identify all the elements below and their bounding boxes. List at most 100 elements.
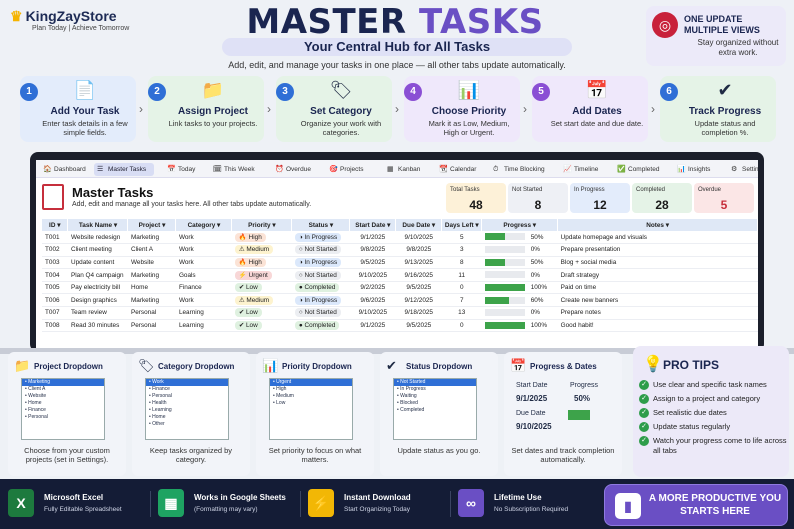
tab-label: Dashboard	[54, 166, 86, 173]
dropdown-option[interactable]: • Personal	[146, 393, 228, 400]
dropdown-option[interactable]: • Personal	[22, 414, 104, 421]
col-notes[interactable]: Notes ▾	[557, 219, 758, 231]
dropdown-list[interactable]: • Urgent • High • Medium • Low	[269, 378, 353, 440]
step-icon: 📊	[457, 80, 481, 100]
footer-title: Lifetime Use	[494, 493, 542, 502]
tab-insights[interactable]: 📊 Insights	[674, 163, 718, 176]
cell-due: 9/18/2025	[395, 306, 442, 320]
cta-button[interactable]: ▮ A MORE PRODUCTIVE YOU STARTS HERE	[604, 484, 788, 526]
panel-desc: Set dates and track completion automatic…	[511, 446, 615, 464]
col-task-name[interactable]: Task Name ▾	[67, 219, 129, 231]
panel-4: ✔ Status Dropdown • Not Started • In Progre…	[380, 352, 498, 476]
stat-label: Completed	[636, 187, 666, 193]
dropdown-option[interactable]: • High	[270, 386, 352, 393]
cell-due: 9/5/2025	[395, 319, 442, 333]
progress-label: 50%	[530, 259, 544, 267]
dropdown-option[interactable]: • Client A	[22, 386, 104, 393]
dropdown-option[interactable]: • Marketing	[22, 379, 104, 386]
dropdown-list[interactable]: • Work • Finance • Personal • Health • Learn…	[145, 378, 229, 440]
dropdown-list[interactable]: • Not Started • In Progress • Waiting • Blo…	[393, 378, 477, 440]
dropdown-option[interactable]: • Urgent	[270, 379, 352, 386]
tab-master-tasks[interactable]: ☰ Master Tasks	[94, 163, 154, 176]
col-priority[interactable]: Priority ▾	[231, 219, 293, 231]
cell-id: T003	[42, 256, 68, 270]
dropdown-option[interactable]: • Work	[146, 379, 228, 386]
tab-dashboard[interactable]: 🏠 Dashboard	[40, 163, 86, 176]
dropdown-option[interactable]: • Completed	[394, 407, 476, 414]
table-row[interactable]: T005 Pay electricity bill Home Finance ✔ Low…	[42, 281, 758, 295]
tab-completed[interactable]: ✅ Completed	[614, 163, 664, 176]
table-row[interactable]: T007 Team review Personal Learning ✔ Low ○ No…	[42, 306, 758, 320]
col-category[interactable]: Category ▾	[175, 219, 233, 231]
col-days-left[interactable]: Days Left ▾	[441, 219, 483, 231]
table-row[interactable]: T004 Plan Q4 campaign Marketing Goals ⚡ Urge…	[42, 268, 758, 282]
cell-due: 9/16/2025	[395, 268, 442, 282]
step-4: 4 📊 Choose Priority Mark it as Low, Medium,…	[404, 76, 520, 142]
sheet-tabs: 🏠 Dashboard ☰ Master Tasks 📅 Today 🗓 This Week ⏰…	[36, 160, 758, 178]
cell-id: T004	[42, 268, 68, 282]
cell-start: 9/1/2025	[349, 319, 396, 333]
brand-name-text: KingZayStore	[25, 8, 117, 24]
status-badge: ◑ In Progress	[294, 232, 342, 242]
tip-item: Update status regularly	[639, 422, 789, 436]
tab-icon: 📈	[563, 166, 572, 173]
col-status[interactable]: Status ▾	[291, 219, 351, 231]
tab-timeline[interactable]: 📈 Timeline	[560, 163, 604, 176]
dropdown-list[interactable]: • Marketing • Client A • Website • Home • Fi…	[21, 378, 105, 440]
dropdown-option[interactable]: • Website	[22, 393, 104, 400]
cell-priority: 🔥 High	[231, 256, 292, 270]
table-row[interactable]: T006 Design graphics Marketing Work ⚠ Medium…	[42, 293, 758, 308]
dropdown-option[interactable]: • Finance	[146, 386, 228, 393]
cell-start: 9/6/2025	[349, 293, 396, 308]
col-project[interactable]: Project ▾	[127, 219, 177, 231]
excel-icon: X	[8, 489, 34, 517]
tab-overdue[interactable]: ⏰ Overdue	[272, 163, 316, 176]
col-due-date[interactable]: Due Date ▾	[395, 219, 443, 231]
tab-projects[interactable]: 🎯 Projects	[326, 163, 374, 176]
dropdown-option[interactable]: • Blocked	[394, 400, 476, 407]
dropdown-option[interactable]: • Health	[146, 400, 228, 407]
tab-time-blocking[interactable]: ⏱ Time Blocking	[490, 163, 550, 176]
col-id[interactable]: ID ▾	[42, 219, 69, 231]
dropdown-option[interactable]: • Home	[146, 414, 228, 421]
tab-today[interactable]: 📅 Today	[164, 163, 200, 176]
arrow-icon: ›	[523, 102, 527, 116]
table-row[interactable]: T001 Website redesign Marketing Work 🔥 High ◑…	[42, 231, 758, 245]
table-row[interactable]: T003 Update content Website Work 🔥 High ◑ In …	[42, 256, 758, 270]
dropdown-option[interactable]: • Home	[22, 400, 104, 407]
step-desc: Enter task details in a few simple field…	[42, 119, 128, 137]
progress-bar	[484, 258, 525, 266]
brand-tagline: Plan Today | Achieve Tomorrow	[32, 25, 130, 32]
dropdown-option[interactable]: • Low	[270, 400, 352, 407]
table-row[interactable]: T008 Read 30 minutes Personal Learning ✔ Low…	[42, 319, 758, 333]
status-badge: ● Completed	[294, 283, 340, 293]
dropdown-option[interactable]: • In Progress	[394, 386, 476, 393]
dropdown-option[interactable]: • Not Started	[394, 379, 476, 386]
dropdown-option[interactable]: • Learning	[146, 407, 228, 414]
tab-settings[interactable]: ⚙ Settings	[728, 163, 758, 176]
lightbulb-icon: 💡	[643, 356, 663, 373]
dropdown-option[interactable]: • Waiting	[394, 393, 476, 400]
progress-fill	[484, 321, 525, 329]
cta-text: A MORE PRODUCTIVE YOU STARTS HERE	[648, 493, 782, 517]
tab-this-week[interactable]: 🗓 This Week	[210, 163, 262, 176]
tab-icon: ✅	[617, 166, 626, 173]
dropdown-option[interactable]: • Medium	[270, 393, 352, 400]
arrow-icon: ›	[267, 102, 271, 116]
tip-item: Set realistic due dates	[639, 408, 789, 422]
dropdown-option[interactable]: • Other	[146, 421, 228, 428]
cell-id: T001	[42, 231, 68, 245]
tab-calendar[interactable]: 📆 Calendar	[436, 163, 480, 176]
step-number: 5	[532, 83, 550, 101]
col-progress[interactable]: Progress ▾	[481, 219, 559, 231]
dropdown-option[interactable]: • Finance	[22, 407, 104, 414]
panel-title: Progress & Dates	[530, 362, 597, 371]
tab-kanban[interactable]: ▦ Kanban	[384, 163, 426, 176]
footer-title: Microsoft Excel	[44, 493, 104, 502]
title-part1: MASTER	[246, 2, 407, 42]
tab-icon: 🏠	[43, 166, 52, 173]
cell-progress: 50%	[481, 231, 558, 245]
col-start-date[interactable]: Start Date ▾	[349, 219, 397, 231]
table-row[interactable]: T002 Client meeting Client A Work ⚠ Medium ○ …	[42, 243, 758, 257]
footer-divider	[150, 491, 151, 517]
